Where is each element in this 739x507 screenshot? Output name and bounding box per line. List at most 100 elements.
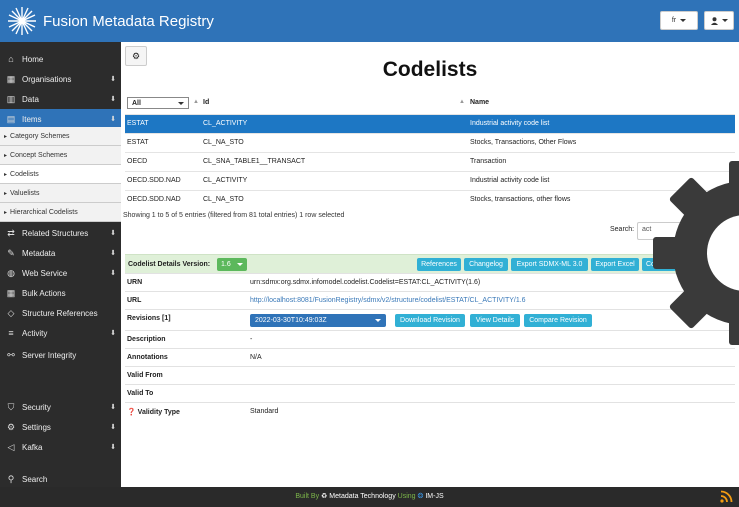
sidebar-item-label: Home — [22, 54, 44, 64]
sidebar-subitem-label: Concept Schemes — [10, 151, 68, 159]
sidebar-item-items[interactable]: ▤ Items ⬇ — [0, 109, 121, 129]
cell-name: Industrial activity code list — [470, 120, 550, 127]
sidebar-item-bulk-actions[interactable]: ▦ Bulk Actions — [0, 283, 121, 303]
page-title: Codelists — [382, 58, 478, 81]
sidebar-item-metadata[interactable]: ✎ Metadata ⬇ — [0, 243, 121, 263]
cell-id: CL_NA_STO — [203, 139, 244, 146]
arrow-down-icon: ⬇ — [110, 330, 116, 337]
sidebar-item-activity[interactable]: ≡ Activity ⬇ — [0, 323, 121, 343]
sidebar-item-label: Related Structures — [22, 228, 89, 238]
sidebar-subitem-category-schemes[interactable]: ▸ Category Schemes — [0, 127, 121, 146]
annotations-value: N/A — [250, 354, 262, 361]
caret-right-icon: ▸ — [4, 209, 8, 216]
sidebar-item-label: Structure References — [22, 308, 98, 318]
sidebar-item-label: Settings — [22, 422, 51, 432]
sidebar: ⌂ Home ▦ Organisations ⬇ ▥ Data ⬇ ▤ Items ⬇ ⇄ Relate… — [0, 42, 121, 487]
export-excel-button[interactable]: Export Excel — [591, 258, 639, 271]
question-circle-icon[interactable]: ❓ — [127, 409, 136, 416]
detail-row-url: URL http://localhost:8081/FusionRegistry… — [125, 291, 735, 309]
send-icon: ◁ — [7, 441, 15, 452]
changelog-button[interactable]: Changelog — [464, 258, 508, 271]
sidebar-subitem-label: Hierarchical Codelists — [10, 208, 78, 216]
user-menu-button[interactable] — [704, 11, 734, 30]
version-dropdown[interactable]: 1.6 — [217, 258, 247, 271]
revision-dropdown[interactable]: 2022-03-30T10:49:03Z — [250, 314, 386, 327]
sidebar-item-structure-references[interactable]: ◇ Structure References — [0, 303, 121, 323]
search-label: Search: — [610, 226, 635, 233]
urn-label: URN — [127, 279, 143, 286]
arrow-down-icon: ⬇ — [110, 444, 116, 451]
compare-revision-button[interactable]: Compare Revision — [524, 314, 592, 327]
sidebar-subitem-codelists[interactable]: ▸ Codelists — [0, 165, 121, 184]
table-row[interactable]: OECD.SDD.NAD CL_NA_STO Stocks, transaction… — [125, 190, 735, 209]
company-name[interactable]: Metadata Technology — [329, 493, 395, 500]
url-link[interactable]: http://localhost:8081/FusionRegistry/sdm… — [250, 297, 526, 304]
view-details-button[interactable]: View Details — [470, 314, 520, 327]
arrow-down-icon: ⬇ — [110, 250, 116, 257]
brand[interactable]: Fusion Metadata Registry — [6, 5, 214, 37]
sidebar-item-settings[interactable]: ⚙ Settings ⬇ — [0, 417, 121, 437]
validity-type-label: ❓ Validity Type — [127, 408, 180, 416]
chevron-down-icon — [236, 263, 243, 266]
shield-icon: ⛉ — [7, 401, 15, 412]
valid-from-label: Valid From — [127, 372, 163, 379]
table-row[interactable]: ESTAT CL_ACTIVITY Industrial activity code… — [125, 114, 735, 133]
sidebar-item-web-service[interactable]: ◍ Web Service ⬇ — [0, 263, 121, 283]
arrow-down-icon: ⬇ — [110, 76, 116, 83]
details-label: Codelist Details Version: — [128, 261, 211, 268]
agency-filter-value: All — [132, 99, 141, 107]
lib-name[interactable]: IM-JS — [425, 493, 443, 500]
cell-id: CL_SNA_TABLE1__TRANSACT — [203, 158, 306, 165]
cell-name: Stocks, transactions, other flows — [470, 196, 571, 203]
cell-agency: OECD.SDD.NAD — [127, 177, 181, 184]
cell-name: Industrial activity code list — [470, 177, 550, 184]
rss-icon[interactable] — [720, 490, 733, 503]
sort-icon[interactable]: ▲ — [193, 99, 199, 105]
column-id[interactable]: Id — [203, 99, 209, 106]
user-icon — [710, 16, 718, 25]
grid-icon: ▦ — [6, 287, 16, 298]
sidebar-item-label: Web Service — [22, 268, 68, 278]
arrow-down-icon: ⬇ — [110, 404, 116, 411]
sidebar-subitem-concept-schemes[interactable]: ▸ Concept Schemes — [0, 146, 121, 165]
table-row[interactable]: ESTAT CL_NA_STO Stocks, Transactions, Othe… — [125, 133, 735, 152]
cell-agency: ESTAT — [127, 139, 149, 146]
sidebar-subitem-hierarchical-codelists[interactable]: ▸ Hierarchical Codelists — [0, 203, 121, 222]
home-icon: ⌂ — [8, 54, 14, 64]
sidebar-item-label: Activity — [22, 328, 48, 338]
agency-filter-select[interactable]: All — [127, 97, 189, 109]
sidebar-item-search[interactable]: ⚲ Search — [0, 469, 121, 489]
globe-icon: ◍ — [7, 267, 15, 278]
sidebar-item-home[interactable]: ⌂ Home — [0, 49, 121, 69]
table-row[interactable]: OECD.SDD.NAD CL_ACTIVITY Industrial activi… — [125, 171, 735, 190]
footer-credits: Built By ♻ Metadata Technology Using ❂ I… — [0, 492, 739, 500]
language-dropdown[interactable]: fr — [660, 11, 698, 30]
search-input[interactable]: act — [637, 222, 727, 240]
language-value: fr — [671, 17, 677, 24]
compare-button[interactable]: Com — [642, 258, 676, 271]
sidebar-item-kafka[interactable]: ◁ Kafka ⬇ — [0, 437, 121, 457]
table-row[interactable]: OECD CL_SNA_TABLE1__TRANSACT Transaction — [125, 152, 735, 171]
sidebar-item-related-structures[interactable]: ⇄ Related Structures ⬇ — [0, 223, 121, 243]
column-name[interactable]: Name — [470, 99, 489, 106]
sidebar-subitem-valuelists[interactable]: ▸ Valuelists — [0, 184, 121, 203]
sidebar-subitem-label: Valuelists — [10, 189, 40, 197]
sidebar-item-label: Metadata — [22, 248, 56, 258]
sidebar-item-data[interactable]: ▥ Data ⬇ — [0, 89, 121, 109]
sidebar-item-security[interactable]: ⛉ Security ⬇ — [0, 397, 121, 417]
sidebar-item-server-integrity[interactable]: ⚯ Server Integrity — [0, 345, 121, 365]
references-button[interactable]: References — [417, 258, 461, 271]
export-sdmx-button[interactable]: Export SDMX-ML 3.0 — [511, 258, 588, 271]
download-revision-button[interactable]: Download Revision — [395, 314, 465, 327]
version-value: 1.6 — [221, 261, 231, 268]
detail-row-valid-to: Valid To — [125, 384, 735, 402]
cell-agency: OECD.SDD.NAD — [127, 196, 181, 203]
validity-type-label-text: Validity Type — [137, 409, 180, 416]
urn-value: urn:sdmx:org.sdmx.infomodel.codelist.Cod… — [250, 279, 481, 286]
sidebar-item-label: Security — [22, 402, 51, 412]
metadata-technology-logo-icon: ♻ — [321, 493, 328, 500]
sidebar-item-organisations[interactable]: ▦ Organisations ⬇ — [0, 69, 121, 89]
sort-icon[interactable]: ▲ — [459, 99, 465, 105]
sidebar-item-label: Data — [22, 94, 39, 104]
using-text: Using — [397, 493, 416, 500]
